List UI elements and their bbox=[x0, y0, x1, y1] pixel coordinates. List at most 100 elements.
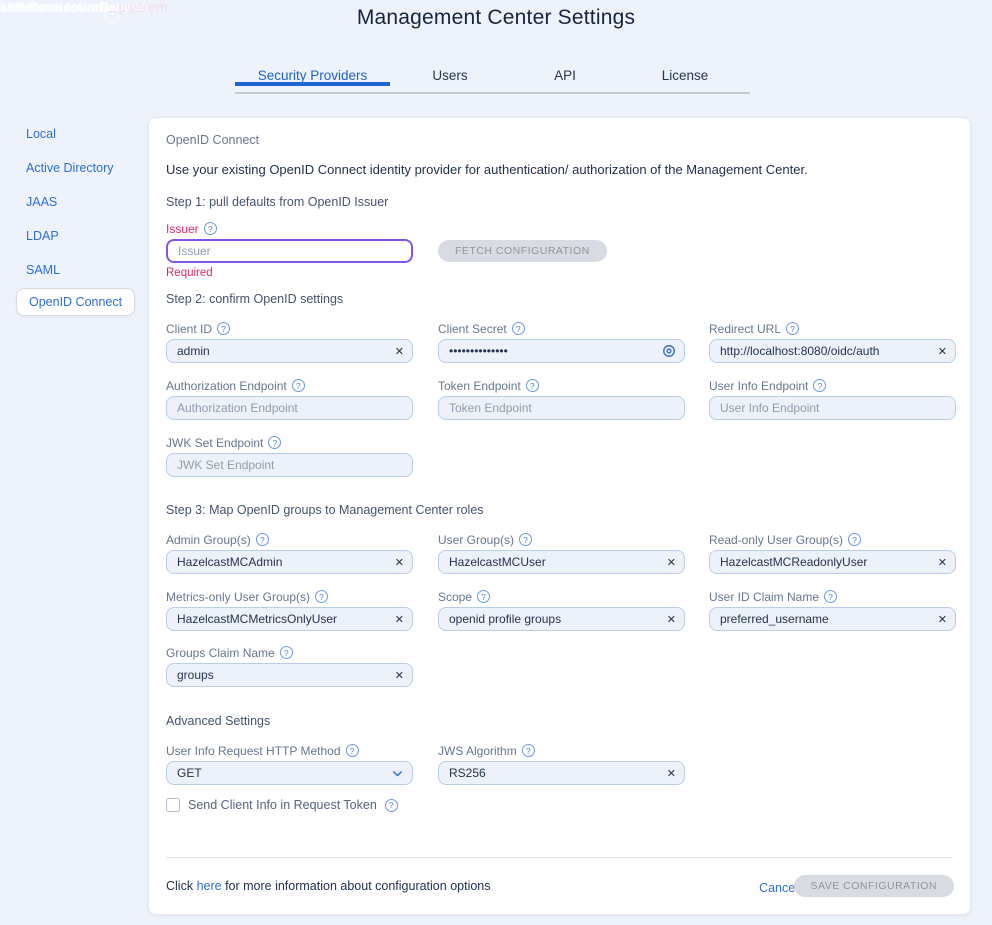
authorization-endpoint-label: Authorization Endpoint bbox=[166, 379, 287, 393]
sidebar-item-openid-connect[interactable]: OpenID Connect bbox=[16, 288, 135, 316]
client-id-label: Client ID bbox=[166, 322, 212, 336]
help-icon[interactable]: ? bbox=[526, 379, 539, 392]
groups-claim-label: Groups Claim Name bbox=[166, 646, 275, 660]
redirect-url-label: Redirect URL bbox=[709, 322, 781, 336]
here-link[interactable]: here bbox=[197, 879, 222, 893]
jws-algorithm-label: JWS Algorithm bbox=[438, 744, 517, 758]
scope-field: Scope? ✕ bbox=[438, 589, 685, 631]
clear-icon[interactable]: ✕ bbox=[389, 669, 404, 682]
user-info-endpoint-input[interactable] bbox=[720, 401, 947, 415]
admin-groups-input[interactable] bbox=[177, 555, 389, 569]
sidebar-item-ldap[interactable]: LDAP bbox=[26, 229, 59, 243]
issuer-input-wrap bbox=[166, 239, 413, 263]
user-id-claim-input[interactable] bbox=[720, 612, 932, 626]
tab-users[interactable]: Users bbox=[390, 68, 510, 83]
redirect-url-input[interactable] bbox=[720, 344, 932, 358]
http-method-select[interactable] bbox=[166, 761, 413, 785]
help-icon[interactable]: ? bbox=[519, 533, 532, 546]
clear-icon[interactable]: ✕ bbox=[661, 556, 676, 569]
jws-algorithm-input[interactable] bbox=[449, 766, 661, 780]
http-method-field: User Info Request HTTP Method? bbox=[166, 743, 413, 785]
send-client-info-label: Send Client Info in Request Token bbox=[188, 798, 377, 812]
footer-divider bbox=[166, 857, 953, 858]
help-icon[interactable]: ? bbox=[280, 646, 293, 659]
send-client-info-row: Send Client Info in Request Token ? bbox=[166, 798, 398, 812]
eye-icon[interactable] bbox=[656, 344, 676, 358]
client-id-input[interactable] bbox=[177, 344, 389, 358]
user-id-claim-label: User ID Claim Name bbox=[709, 590, 819, 604]
help-icon[interactable]: ? bbox=[346, 744, 359, 757]
user-info-endpoint-label: User Info Endpoint bbox=[709, 379, 808, 393]
clear-icon[interactable]: ✕ bbox=[389, 345, 404, 358]
help-icon[interactable]: ? bbox=[824, 590, 837, 603]
token-endpoint-label: Token Endpoint bbox=[438, 379, 521, 393]
user-info-endpoint-field: User Info Endpoint? bbox=[709, 378, 956, 420]
issuer-field: Issuer ? Required bbox=[166, 221, 413, 279]
sidebar-item-saml[interactable]: SAML bbox=[26, 263, 60, 277]
help-icon[interactable]: ? bbox=[848, 533, 861, 546]
http-method-label: User Info Request HTTP Method bbox=[166, 744, 341, 758]
help-icon[interactable]: ? bbox=[813, 379, 826, 392]
token-endpoint-input[interactable] bbox=[449, 401, 676, 415]
readonly-groups-input[interactable] bbox=[720, 555, 932, 569]
advanced-settings-heading: Advanced Settings bbox=[166, 714, 270, 728]
step3-heading: Step 3: Map OpenID groups to Management … bbox=[166, 503, 484, 517]
help-icon[interactable]: ? bbox=[786, 322, 799, 335]
save-configuration-button[interactable]: SAVE CONFIGURATION bbox=[794, 875, 954, 897]
send-client-info-checkbox[interactable] bbox=[166, 798, 180, 812]
sidebar-item-local[interactable]: Local bbox=[26, 127, 56, 141]
tab-api[interactable]: API bbox=[510, 68, 620, 83]
clear-icon[interactable]: ✕ bbox=[389, 613, 404, 626]
sidebar-item-active-directory[interactable]: Active Directory bbox=[26, 161, 114, 175]
readonly-groups-field: Read-only User Group(s)? ✕ bbox=[709, 532, 956, 574]
help-icon[interactable]: ? bbox=[512, 322, 525, 335]
help-icon[interactable]: ? bbox=[315, 590, 328, 603]
tab-security-providers[interactable]: Security Providers bbox=[235, 68, 390, 83]
client-secret-label: Client Secret bbox=[438, 322, 507, 336]
footer-click-suffix: for more information about configuration… bbox=[222, 879, 491, 893]
clear-icon[interactable]: ✕ bbox=[389, 556, 404, 569]
clear-icon[interactable]: ✕ bbox=[661, 613, 676, 626]
clear-icon[interactable]: ✕ bbox=[661, 767, 676, 780]
scope-input[interactable] bbox=[449, 612, 661, 626]
metrics-groups-input[interactable] bbox=[177, 612, 389, 626]
help-icon[interactable]: ? bbox=[292, 379, 305, 392]
user-groups-field: User Group(s)? ✕ bbox=[438, 532, 685, 574]
clear-icon[interactable]: ✕ bbox=[932, 345, 947, 358]
tab-license[interactable]: License bbox=[620, 68, 750, 83]
openid-connect-panel: OpenID Connect Use your existing OpenID … bbox=[148, 117, 971, 915]
fetch-configuration-button[interactable]: FETCH CONFIGURATION bbox=[438, 240, 607, 262]
redirect-url-field: Redirect URL? ✕ bbox=[709, 321, 956, 363]
readonly-groups-label: Read-only User Group(s) bbox=[709, 533, 843, 547]
metrics-groups-label: Metrics-only User Group(s) bbox=[166, 590, 310, 604]
issuer-input[interactable] bbox=[178, 244, 403, 258]
metrics-groups-field: Metrics-only User Group(s)? ✕ bbox=[166, 589, 413, 631]
token-endpoint-field: Token Endpoint? bbox=[438, 378, 685, 420]
footer-click-prefix: Click bbox=[166, 879, 197, 893]
client-secret-field: Client Secret? bbox=[438, 321, 685, 363]
clear-icon[interactable]: ✕ bbox=[932, 613, 947, 626]
active-tab-underline bbox=[235, 82, 390, 86]
cancel-button[interactable]: Cancel bbox=[759, 881, 798, 895]
jwk-set-endpoint-field: JWK Set Endpoint? bbox=[166, 435, 413, 477]
section-description: Use your existing OpenID Connect identit… bbox=[166, 162, 808, 177]
sidebar-item-jaas[interactable]: JAAS bbox=[26, 195, 57, 209]
chevron-down-icon[interactable] bbox=[385, 767, 404, 780]
help-icon[interactable]: ? bbox=[522, 744, 535, 757]
groups-claim-input[interactable] bbox=[177, 668, 389, 682]
help-icon[interactable]: ? bbox=[217, 322, 230, 335]
scope-label: Scope bbox=[438, 590, 472, 604]
jwk-set-endpoint-input[interactable] bbox=[177, 458, 404, 472]
page-title: Management Center Settings bbox=[0, 6, 992, 30]
help-icon[interactable]: ? bbox=[385, 799, 398, 812]
authorization-endpoint-input[interactable] bbox=[177, 401, 404, 415]
help-icon[interactable]: ? bbox=[477, 590, 490, 603]
help-icon[interactable]: ? bbox=[256, 533, 269, 546]
help-icon[interactable]: ? bbox=[268, 436, 281, 449]
user-groups-input[interactable] bbox=[449, 555, 661, 569]
http-method-value bbox=[177, 766, 385, 780]
user-groups-label: User Group(s) bbox=[438, 533, 514, 547]
help-icon[interactable]: ? bbox=[204, 222, 217, 235]
clear-icon[interactable]: ✕ bbox=[932, 556, 947, 569]
client-secret-input[interactable] bbox=[449, 344, 656, 358]
